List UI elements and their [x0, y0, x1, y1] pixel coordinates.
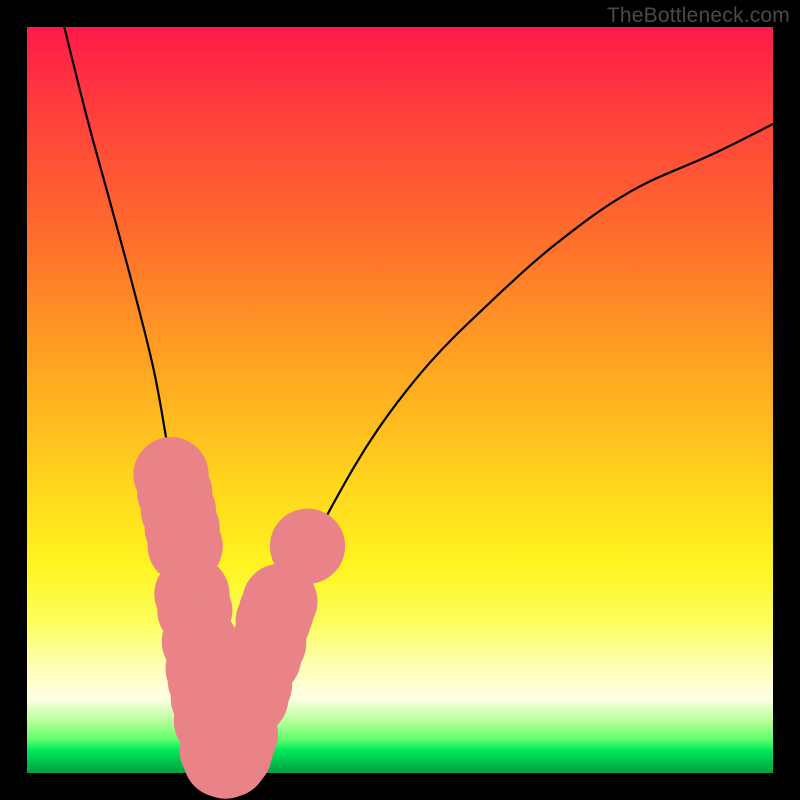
- chart-svg: [27, 27, 773, 773]
- marker-point: [270, 509, 345, 584]
- highlighted-points: [133, 437, 345, 799]
- chart-plot-area: [27, 27, 773, 773]
- chart-frame: TheBottleneck.com: [0, 0, 800, 800]
- watermark-text: TheBottleneck.com: [607, 4, 790, 28]
